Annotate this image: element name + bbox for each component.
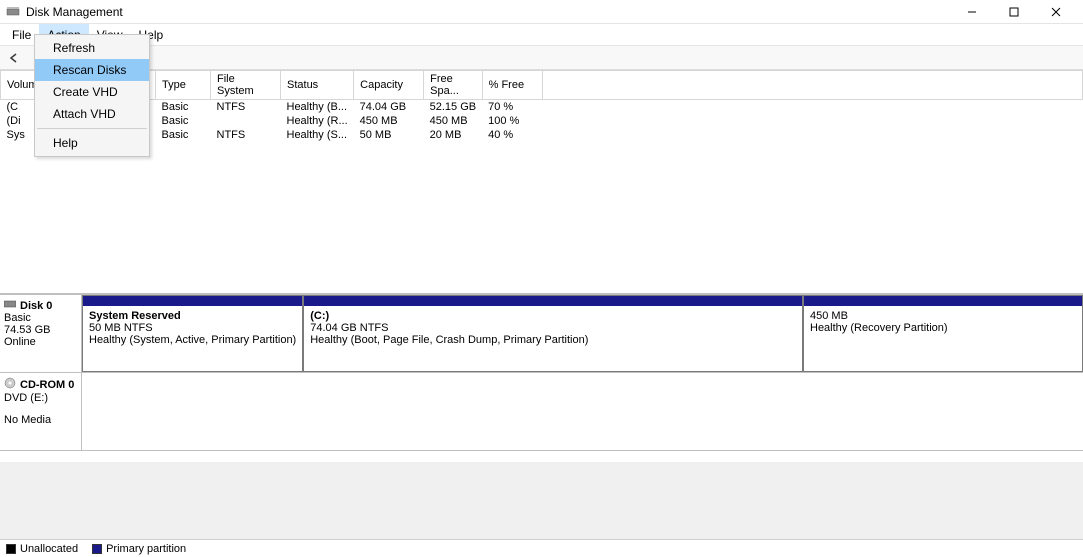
- partition-header-bar: [83, 296, 302, 306]
- partition-title: (C:): [310, 310, 796, 322]
- minimize-button[interactable]: [951, 0, 993, 24]
- swatch-unallocated: [6, 544, 16, 554]
- disk-row[interactable]: Disk 0 Basic 74.53 GB Online System Rese…: [0, 295, 1083, 373]
- cell-capacity: 450 MB: [354, 114, 424, 128]
- cell-status: Healthy (B...: [281, 100, 354, 115]
- disk-name: Disk 0: [4, 299, 77, 312]
- disk-row[interactable]: CD-ROM 0 DVD (E:) No Media: [0, 373, 1083, 451]
- col-status[interactable]: Status: [281, 71, 354, 100]
- disk-name: CD-ROM 0: [4, 377, 77, 392]
- disk-type: Basic: [4, 312, 77, 324]
- legend-unallocated: Unallocated: [6, 543, 78, 555]
- cell-capacity: 50 MB: [354, 128, 424, 142]
- cell-type: Basic: [156, 114, 211, 128]
- disk-label: CD-ROM 0 DVD (E:) No Media: [0, 373, 82, 450]
- app-icon: [6, 5, 20, 19]
- legend-primary: Primary partition: [92, 543, 186, 555]
- col-pctfree[interactable]: % Free: [482, 71, 542, 100]
- close-button[interactable]: [1035, 0, 1077, 24]
- action-dropdown: Refresh Rescan Disks Create VHD Attach V…: [34, 34, 150, 157]
- partition-header-bar: [804, 296, 1082, 306]
- legend-bar: Unallocated Primary partition: [0, 539, 1083, 557]
- cell-status: Healthy (S...: [281, 128, 354, 142]
- table-row[interactable]: Sys Basic NTFS Healthy (S... 50 MB 20 MB…: [1, 128, 1083, 142]
- cell-free: 52.15 GB: [424, 100, 482, 115]
- disk-graphical-pane: Disk 0 Basic 74.53 GB Online System Rese…: [0, 294, 1083, 462]
- cdrom-drive: DVD (E:): [4, 392, 77, 404]
- partition-line2: 50 MB NTFS: [89, 322, 296, 334]
- disk-partitions: System Reserved 50 MB NTFS Healthy (Syst…: [82, 295, 1083, 372]
- back-button[interactable]: [4, 48, 24, 68]
- menu-separator: [37, 128, 147, 129]
- disk-size: 74.53 GB: [4, 324, 77, 336]
- volume-table: Volume Layout Type File System Status Ca…: [0, 70, 1083, 142]
- window-title: Disk Management: [26, 5, 123, 19]
- partition-line3: Healthy (System, Active, Primary Partiti…: [89, 334, 296, 346]
- menu-bar: File Action View Help: [0, 24, 1083, 46]
- menu-create-vhd[interactable]: Create VHD: [35, 81, 149, 103]
- cell-fs: NTFS: [211, 128, 281, 142]
- disk-icon: [4, 299, 16, 312]
- menu-help-item[interactable]: Help: [35, 132, 149, 154]
- col-freespace[interactable]: Free Spa...: [424, 71, 482, 100]
- col-filesystem[interactable]: File System: [211, 71, 281, 100]
- cell-type: Basic: [156, 100, 211, 115]
- col-filler: [542, 71, 1082, 100]
- cell-capacity: 74.04 GB: [354, 100, 424, 115]
- partition-line3: Healthy (Boot, Page File, Crash Dump, Pr…: [310, 334, 796, 346]
- partition-line3: Healthy (Recovery Partition): [810, 322, 1076, 334]
- cell-free: 20 MB: [424, 128, 482, 142]
- cell-pct: 70 %: [482, 100, 542, 115]
- col-capacity[interactable]: Capacity: [354, 71, 424, 100]
- partition[interactable]: (C:) 74.04 GB NTFS Healthy (Boot, Page F…: [303, 295, 803, 372]
- window-controls: [951, 0, 1077, 24]
- cell-fs: NTFS: [211, 100, 281, 115]
- partition[interactable]: System Reserved 50 MB NTFS Healthy (Syst…: [82, 295, 303, 372]
- partition-title: System Reserved: [89, 310, 296, 322]
- cell-pct: 100 %: [482, 114, 542, 128]
- swatch-primary: [92, 544, 102, 554]
- cdrom-icon: [4, 377, 16, 392]
- partition-line2: 74.04 GB NTFS: [310, 322, 796, 334]
- cell-status: Healthy (R...: [281, 114, 354, 128]
- table-row[interactable]: (Di Basic Healthy (R... 450 MB 450 MB 10…: [1, 114, 1083, 128]
- menu-refresh[interactable]: Refresh: [35, 37, 149, 59]
- disk-partitions: [82, 373, 1083, 450]
- cell-pct: 40 %: [482, 128, 542, 142]
- disk-label: Disk 0 Basic 74.53 GB Online: [0, 295, 82, 372]
- partition-header-bar: [304, 296, 802, 306]
- partition[interactable]: 450 MB Healthy (Recovery Partition): [803, 295, 1083, 372]
- cell-fs: [211, 114, 281, 128]
- disk-state: Online: [4, 336, 77, 348]
- maximize-button[interactable]: [993, 0, 1035, 24]
- title-bar: Disk Management: [0, 0, 1083, 24]
- toolbar: [0, 46, 1083, 70]
- cell-free: 450 MB: [424, 114, 482, 128]
- menu-attach-vhd[interactable]: Attach VHD: [35, 103, 149, 125]
- content-area: Volume Layout Type File System Status Ca…: [0, 70, 1083, 539]
- col-type[interactable]: Type: [156, 71, 211, 100]
- cdrom-state: No Media: [4, 414, 77, 426]
- table-row[interactable]: (C Basic NTFS Healthy (B... 74.04 GB 52.…: [1, 100, 1083, 115]
- menu-rescan-disks[interactable]: Rescan Disks: [35, 59, 149, 81]
- cell-type: Basic: [156, 128, 211, 142]
- table-header-row: Volume Layout Type File System Status Ca…: [1, 71, 1083, 100]
- empty-area: [0, 462, 1083, 539]
- volume-list-pane: Volume Layout Type File System Status Ca…: [0, 70, 1083, 294]
- partition-line2: 450 MB: [810, 310, 1076, 322]
